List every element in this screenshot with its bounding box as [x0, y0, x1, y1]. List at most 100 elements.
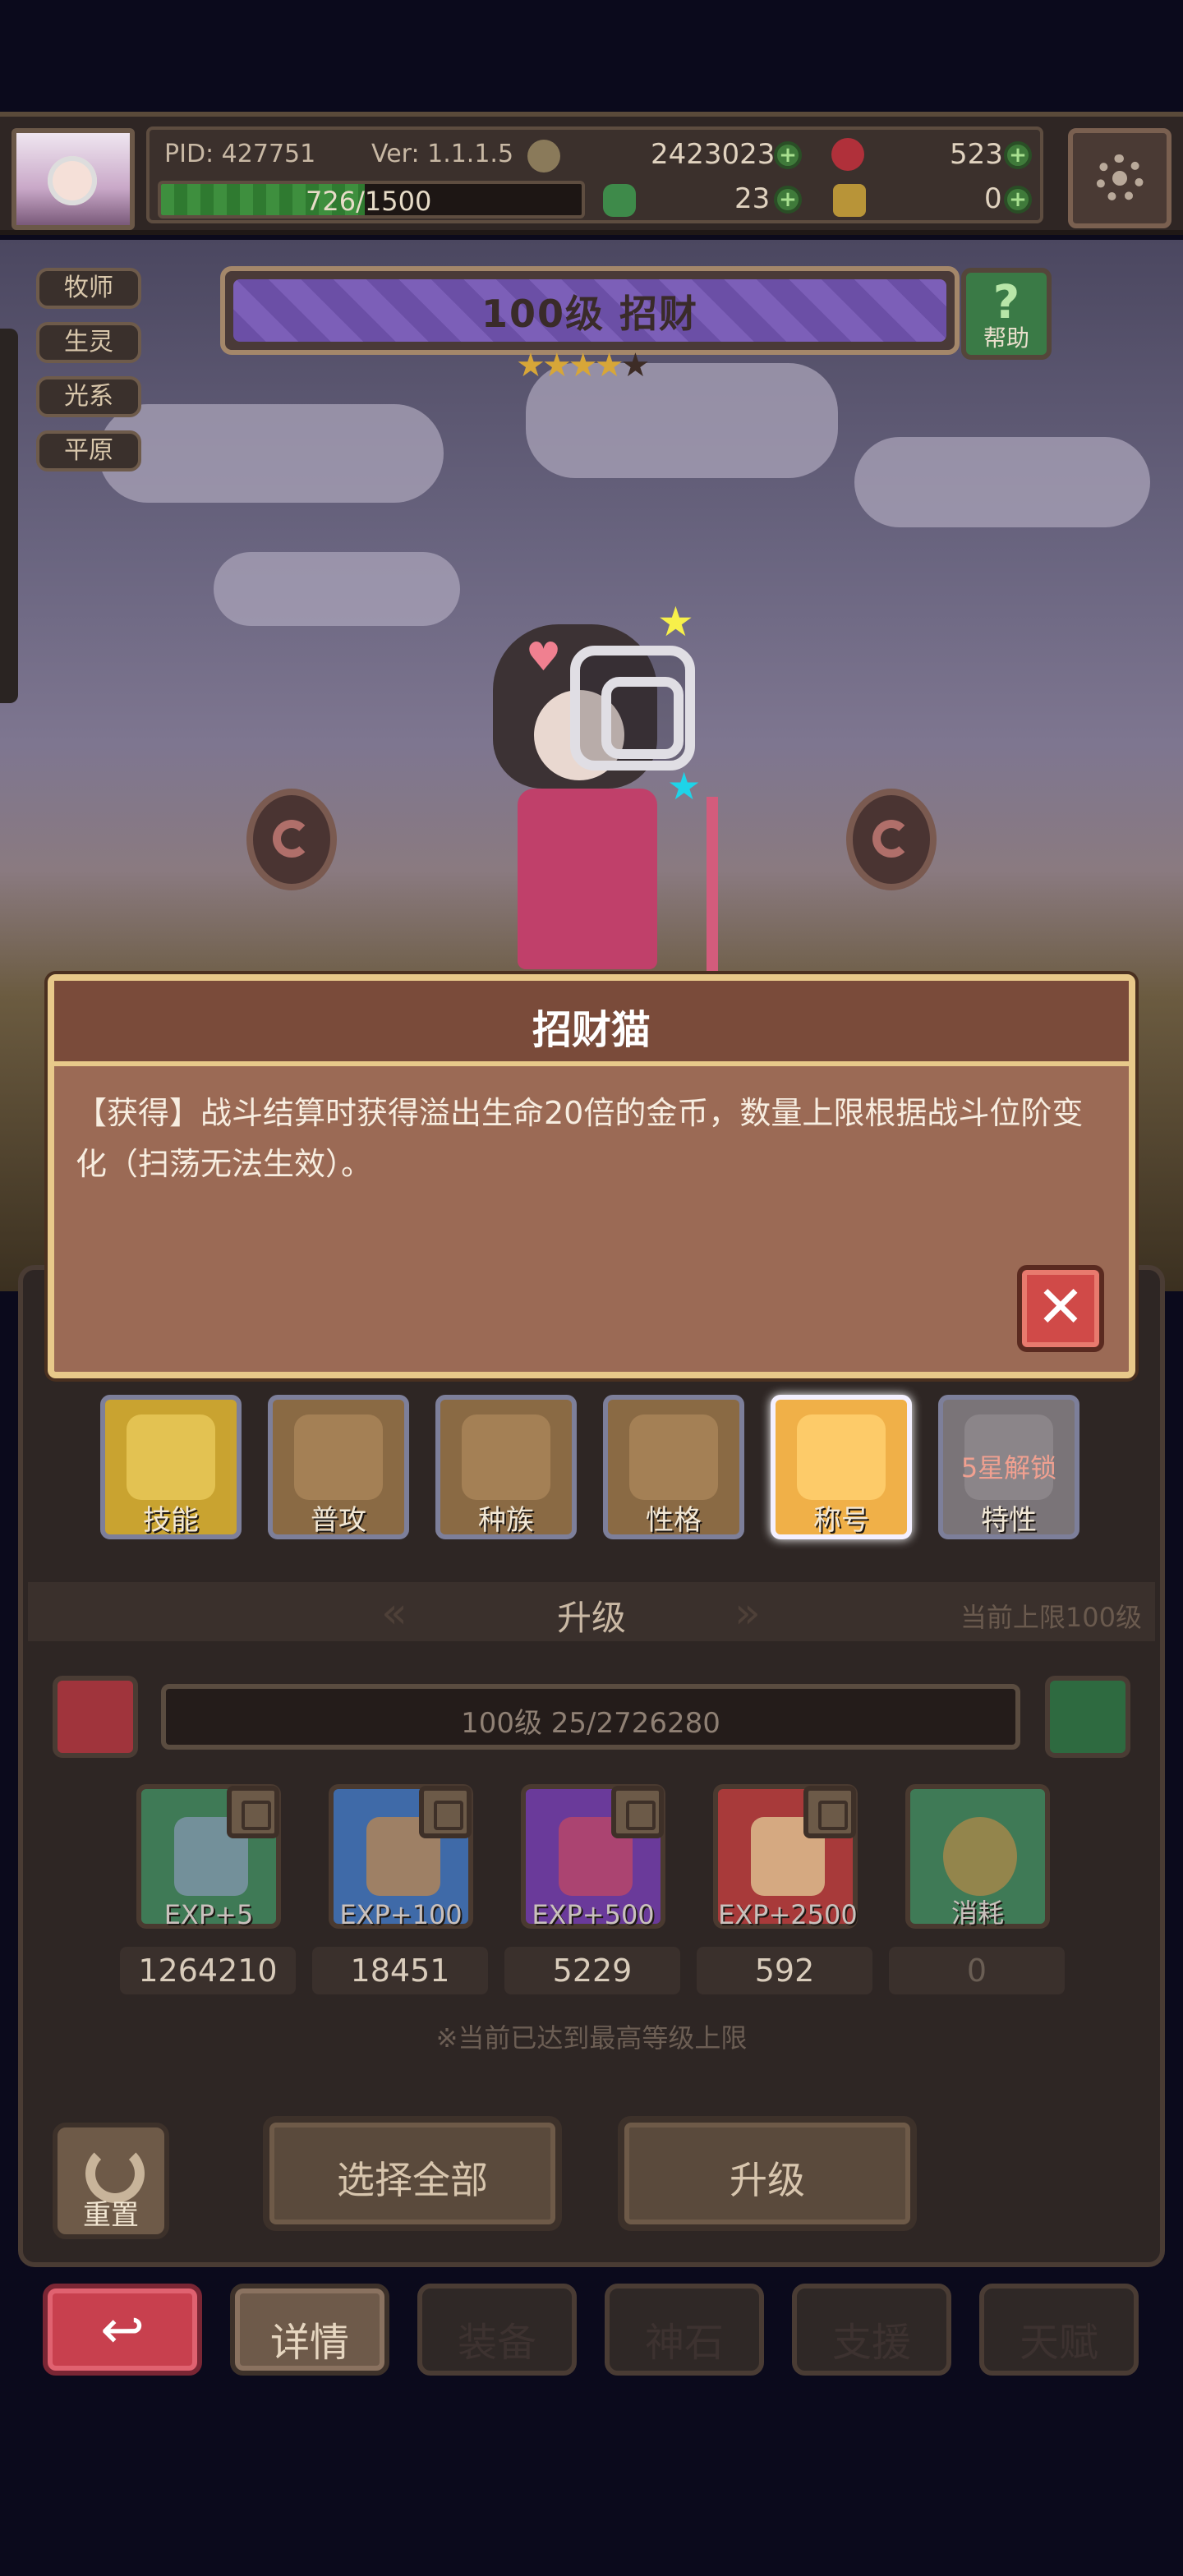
- character-title: 100级 招财: [481, 292, 699, 336]
- category-label: 种族: [478, 1504, 534, 1537]
- gear-icon: [1096, 154, 1144, 202]
- category-skill[interactable]: 技能: [100, 1395, 242, 1539]
- exp-item-large[interactable]: EXP+500: [521, 1784, 665, 1930]
- cost-count: 0: [889, 1947, 1065, 1994]
- cloud: [214, 552, 460, 626]
- gold-coin-icon: [943, 1817, 1017, 1896]
- category-label: 普攻: [311, 1504, 366, 1537]
- select-all-button[interactable]: 选择全部: [263, 2116, 562, 2231]
- nav-tab-details[interactable]: 详情: [230, 2284, 389, 2376]
- heart-badge-icon: [294, 1414, 383, 1500]
- add-gem-button[interactable]: +: [1004, 141, 1032, 169]
- tag-race: 生灵: [36, 322, 141, 363]
- category-race[interactable]: 种族: [435, 1395, 577, 1539]
- cloud: [99, 404, 444, 503]
- exp-amount: EXP+5: [163, 1899, 254, 1930]
- sparkle-star-icon: ★: [657, 598, 694, 646]
- exp-item-medium[interactable]: EXP+100: [329, 1784, 473, 1930]
- nav-tab-talent[interactable]: 天赋: [979, 2284, 1139, 2376]
- category-label: 技能: [143, 1504, 199, 1537]
- prev-character-button[interactable]: [246, 789, 337, 890]
- tag-terrain: 平原: [36, 430, 141, 472]
- player-exp-bar: 726/1500: [158, 181, 585, 218]
- arrow-right-icon: [872, 820, 910, 858]
- exp-amount: EXP+500: [532, 1899, 655, 1930]
- clover-count: 23: [734, 182, 771, 215]
- item-count: 18451: [312, 1947, 488, 1994]
- add-clover-button[interactable]: +: [774, 186, 802, 214]
- popup-description: 【获得】战斗结算时获得溢出生命20倍的金币，数量上限根据战斗位阶变化（扫荡无法生…: [76, 1095, 1084, 1182]
- character-staff: [707, 797, 718, 994]
- nav-tab-equipment[interactable]: 装备: [417, 2284, 577, 2376]
- heart-badge-icon: [127, 1414, 215, 1500]
- item-count: 592: [697, 1947, 872, 1994]
- coin-icon: [527, 140, 560, 172]
- nav-label: 详情: [269, 2320, 349, 2366]
- gem-icon: [831, 138, 864, 171]
- top-header: PID: 427751 Ver: 1.1.1.5 2423023 + 523 +…: [0, 112, 1183, 235]
- cat-face-icon: [462, 1414, 550, 1500]
- player-exp-text: 726/1500: [306, 186, 432, 217]
- key-icon: [833, 184, 866, 217]
- nav-tab-godstone[interactable]: 神石: [605, 2284, 764, 2376]
- clover-icon: [603, 184, 636, 217]
- player-avatar[interactable]: [12, 128, 135, 230]
- nav-label: 装备: [457, 2320, 536, 2366]
- item-count: 1264210: [120, 1947, 296, 1994]
- nav-label: 支援: [831, 2320, 911, 2366]
- item-badge-icon: [419, 1786, 472, 1838]
- star-filled: ★★★★: [516, 347, 624, 384]
- upgrade-section-header: « 升级 » 当前上限100级: [28, 1582, 1155, 1641]
- reset-button[interactable]: 重置: [53, 2123, 169, 2239]
- nav-label: 天赋: [1019, 2320, 1098, 2366]
- side-drawer-tab[interactable]: [0, 329, 18, 703]
- gold-count: 2423023: [651, 138, 776, 171]
- category-label: 特性: [981, 1504, 1037, 1537]
- level-down-button[interactable]: [53, 1676, 138, 1758]
- cost-label: 消耗: [951, 1898, 1004, 1929]
- level-progress-bar: 100级 25/2726280: [161, 1684, 1020, 1750]
- settings-button[interactable]: [1068, 128, 1171, 228]
- level-limit: 当前上限100级: [960, 1602, 1142, 1633]
- upgrade-button[interactable]: 升级: [618, 2116, 917, 2231]
- category-personality[interactable]: 性格: [603, 1395, 744, 1539]
- reset-label: 重置: [83, 2199, 139, 2232]
- popup-title: 招财猫: [532, 1007, 651, 1053]
- exp-item-small[interactable]: EXP+5: [136, 1784, 281, 1930]
- add-key-button[interactable]: +: [1004, 186, 1032, 214]
- nav-label: 神石: [644, 2320, 724, 2366]
- focus-target-icon[interactable]: [570, 646, 695, 770]
- exp-item-huge[interactable]: EXP+2500: [713, 1784, 858, 1930]
- item-count: 5229: [504, 1947, 680, 1994]
- help-label: 帮助: [983, 324, 1029, 352]
- upgrade-label: 升级: [730, 2158, 805, 2202]
- next-character-button[interactable]: [846, 789, 937, 890]
- character-title-banner: 100级 招财: [220, 266, 960, 355]
- tag-class: 牧师: [36, 268, 141, 309]
- heart-badge-icon: [629, 1414, 718, 1500]
- version-label: Ver: 1.1.1.5: [371, 140, 514, 168]
- nav-tab-support[interactable]: 支援: [792, 2284, 951, 2376]
- exp-amount: EXP+100: [339, 1899, 463, 1930]
- help-button[interactable]: ? 帮助: [961, 268, 1052, 360]
- trophy-icon: [797, 1414, 886, 1500]
- level-up-button[interactable]: [1045, 1676, 1130, 1758]
- back-icon: ↩: [100, 2300, 145, 2361]
- category-trait[interactable]: 5星解锁 特性: [938, 1395, 1079, 1539]
- skill-detail-popup: 招财猫 【获得】战斗结算时获得溢出生命20倍的金币，数量上限根据战斗位阶变化（扫…: [48, 974, 1135, 1378]
- select-all-label: 选择全部: [337, 2158, 488, 2202]
- back-button[interactable]: ↩: [43, 2284, 202, 2376]
- category-normal-attack[interactable]: 普攻: [268, 1395, 409, 1539]
- close-button[interactable]: ✕: [1017, 1265, 1104, 1352]
- exp-amount: EXP+2500: [718, 1899, 858, 1930]
- add-gold-button[interactable]: +: [774, 141, 802, 169]
- category-title[interactable]: 称号: [771, 1395, 912, 1539]
- tag-element: 光系: [36, 376, 141, 417]
- trait-lock-label: 5星解锁: [960, 1452, 1057, 1484]
- item-badge-icon: [611, 1786, 664, 1838]
- key-count: 0: [984, 182, 1002, 215]
- close-icon: ✕: [1036, 1273, 1085, 1341]
- arrow-left-icon: [273, 820, 311, 858]
- gold-cost-item: 消耗: [905, 1784, 1050, 1929]
- character-stars: ★★★★★: [516, 347, 650, 384]
